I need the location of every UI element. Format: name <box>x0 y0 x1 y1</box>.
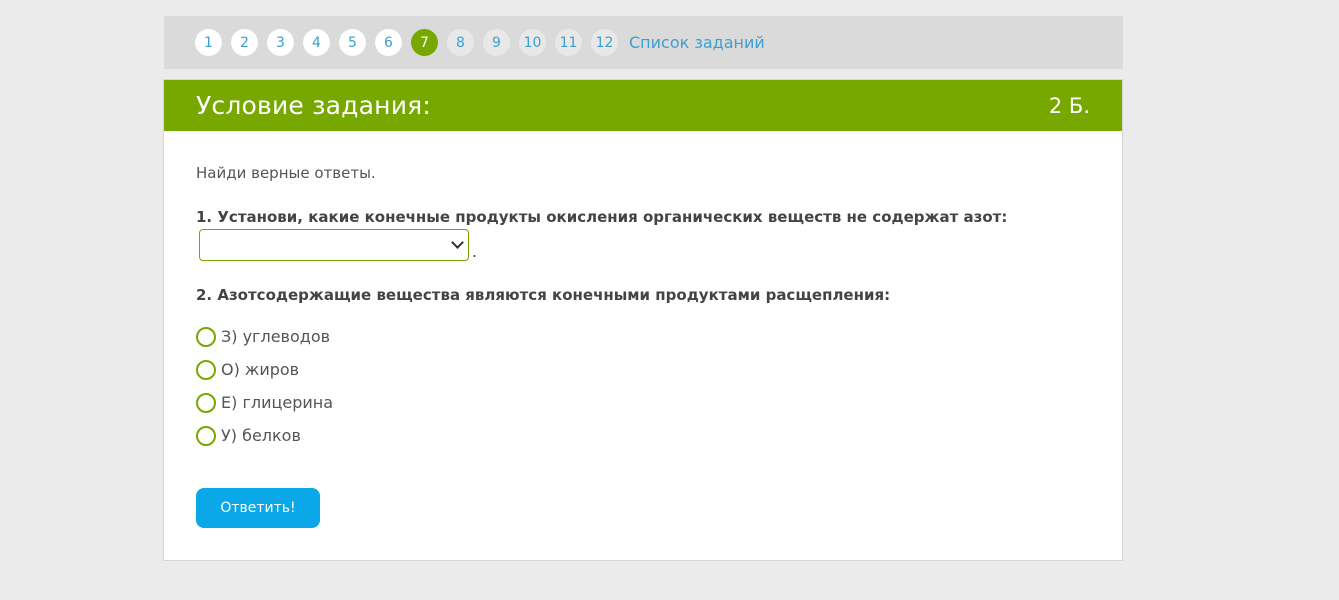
pager-item-3[interactable]: 3 <box>267 29 294 56</box>
pager-item-2[interactable]: 2 <box>231 29 258 56</box>
pager-item-10[interactable]: 10 <box>519 29 546 56</box>
task-points: 2 Б. <box>1048 93 1090 118</box>
question-1-answer: . <box>199 229 477 261</box>
option-label: Е) глицерина <box>221 393 334 412</box>
question-2-text: 2. Азотсодержащие вещества являются коне… <box>196 286 891 304</box>
task-header: Условие задания: 2 Б. <box>164 80 1122 131</box>
pager-item-8[interactable]: 8 <box>447 29 474 56</box>
submit-answer-button[interactable]: Ответить! <box>196 488 320 528</box>
chevron-down-icon <box>451 236 464 249</box>
task-pager: 1 2 3 4 5 6 7 8 9 10 11 12 Список задани… <box>164 16 1123 69</box>
task-card: Условие задания: 2 Б. Найди верные ответ… <box>163 79 1123 561</box>
task-intro: Найди верные ответы. <box>196 164 376 182</box>
task-list-link[interactable]: Список заданий <box>629 33 765 52</box>
pager-item-6[interactable]: 6 <box>375 29 402 56</box>
pager-item-5[interactable]: 5 <box>339 29 366 56</box>
radio-button[interactable] <box>196 359 216 380</box>
pager-items: 1 2 3 4 5 6 7 8 9 10 11 12 Список задани… <box>195 29 765 56</box>
radio-button[interactable] <box>196 392 216 413</box>
pager-item-11[interactable]: 11 <box>555 29 582 56</box>
pager-item-4[interactable]: 4 <box>303 29 330 56</box>
option-z-uglevodov[interactable]: З) углеводов <box>196 320 333 353</box>
radio-button[interactable] <box>196 425 216 446</box>
option-o-zhirov[interactable]: О) жиров <box>196 353 333 386</box>
question-2-options: З) углеводов О) жиров Е) глицерина У) бе… <box>196 320 333 452</box>
task-title: Условие задания: <box>196 91 432 120</box>
option-label: О) жиров <box>221 360 300 379</box>
question-1-text: 1. Установи, какие конечные продукты оки… <box>196 208 1008 226</box>
option-e-glitserina[interactable]: Е) глицерина <box>196 386 333 419</box>
pager-item-9[interactable]: 9 <box>483 29 510 56</box>
pager-item-7-current[interactable]: 7 <box>411 29 438 56</box>
pager-item-12[interactable]: 12 <box>591 29 618 56</box>
option-u-belkov[interactable]: У) белков <box>196 419 333 452</box>
question-1-select[interactable] <box>199 229 469 261</box>
question-1-suffix: . <box>472 242 478 261</box>
radio-button[interactable] <box>196 326 216 347</box>
option-label: У) белков <box>221 426 301 445</box>
pager-item-1[interactable]: 1 <box>195 29 222 56</box>
option-label: З) углеводов <box>221 327 331 346</box>
